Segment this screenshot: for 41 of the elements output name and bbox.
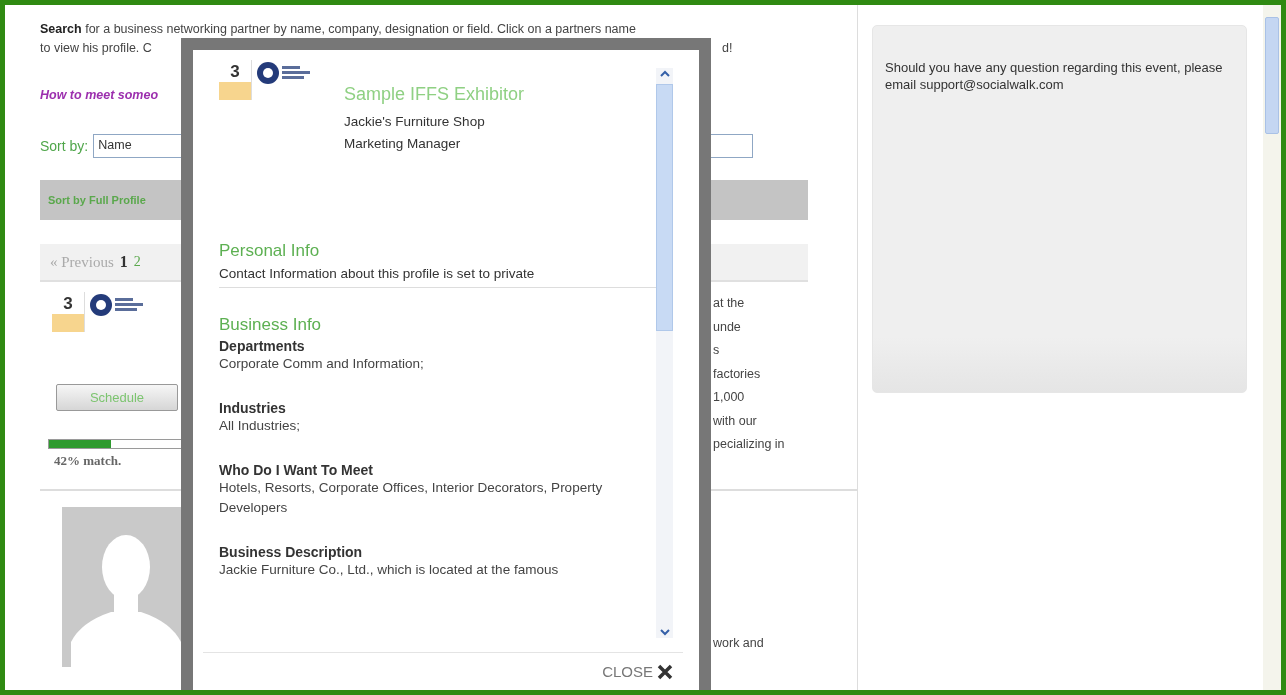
intro-text: to view his profile. C [40,40,153,57]
privacy-note: Contact Information about this profile is set to private [219,266,656,288]
close-button[interactable]: CLOSE [602,663,673,680]
previous-link[interactable]: « Previous [50,253,114,271]
company-name: Jackie's Furniture Shop [344,113,486,131]
close-icon [657,663,673,680]
help-link[interactable]: How to meet someo [40,88,159,102]
field-label: Business Description [219,544,364,560]
description-text: unde [712,318,742,336]
intro-text: Search for a business networking partner by name, company, designation or field. Click on a partners name [40,21,637,38]
job-title: Marketing Manager [344,135,462,153]
schedule-button[interactable]: Schedule [56,384,178,411]
help-text: Should you have any question regarding this event, please email support@socialwalk.com [885,59,1224,93]
years-badge: 3 [219,60,252,100]
page-link[interactable]: 1 [119,253,128,271]
description-text: work and [712,635,765,652]
scroll-down-icon[interactable] [658,626,671,638]
match-label: 42% match. [54,453,123,469]
page-scrollbar[interactable] [1263,5,1281,690]
sort-option[interactable]: Sort by Full Profile [48,194,146,206]
section-heading: Personal Info [219,240,321,262]
field-label: Departments [219,338,306,354]
field-value: Corporate Comm and Information; [219,355,425,373]
sort-label: Sort by: [40,138,89,154]
field-label: Who Do I Want To Meet [219,462,374,478]
description-text: with our [712,412,758,430]
section-heading: Business Info [219,314,323,336]
description-text: at the [712,295,746,312]
field-value: Jackie Furniture Co., Ltd., which is located at the famous [219,561,560,579]
field-label: Industries [219,400,287,416]
description-text: s [712,342,721,359]
intro-text: d! [721,40,734,57]
dialog-scrollbar[interactable] [656,68,673,638]
description-text: 1,000 [712,389,746,406]
exhibitor-name: Sample IFFS Exhibitor [344,84,525,105]
page-link[interactable]: 2 [133,254,141,270]
field-value: All Industries; [219,417,302,435]
description-text: factories [712,365,762,383]
field-value: Hotels, Resorts, Corporate Offices, Interior Decorators, Property Developers [219,479,604,517]
years-badge: 3 [52,292,85,332]
description-text: pecializing in [712,436,786,453]
